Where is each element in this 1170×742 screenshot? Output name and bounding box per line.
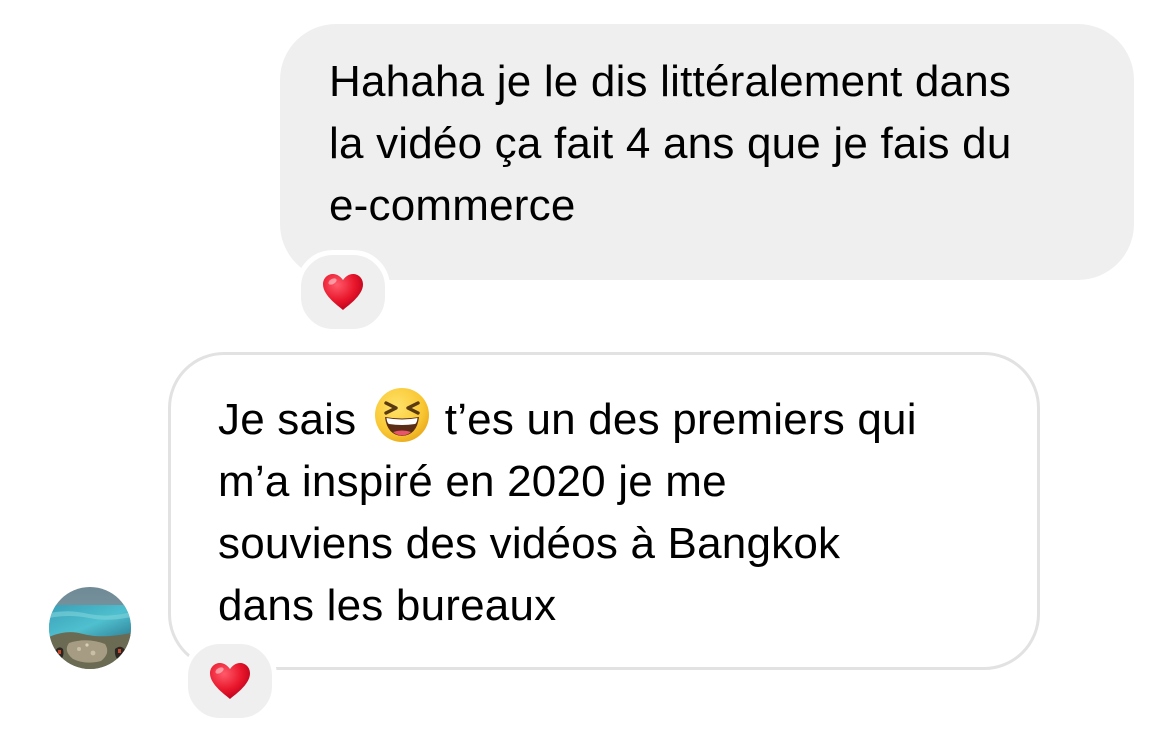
message-text-segment: t’es un des premiers qui bbox=[444, 395, 917, 444]
contact-avatar[interactable] bbox=[49, 587, 131, 669]
message-reaction[interactable] bbox=[296, 250, 390, 334]
message-text-line: souviens des vidéos à Bangkok bbox=[218, 519, 841, 568]
message-text-line: la vidéo ça fait 4 ans que je fais du bbox=[329, 119, 1012, 168]
message-text-line: m’a inspiré en 2020 je me bbox=[218, 457, 727, 506]
message-text-line: Je sais t’es un des premiers qui bbox=[218, 386, 1037, 451]
sent-message-bubble[interactable]: Hahaha je le dis littéralement dans la v… bbox=[280, 24, 1134, 280]
received-message-bubble[interactable]: Je sais t’es un des premiers qui m’a ins… bbox=[168, 352, 1040, 670]
message-reaction[interactable] bbox=[183, 639, 277, 723]
avatar-image bbox=[49, 587, 131, 669]
message-text-segment: Je sais bbox=[218, 395, 357, 444]
red-heart-icon bbox=[323, 274, 363, 310]
red-heart-icon bbox=[210, 663, 250, 699]
message-text-line: Hahaha je le dis littéralement dans bbox=[329, 57, 1012, 106]
message-text-line: dans les bureaux bbox=[218, 581, 557, 630]
message-text-line: e-commerce bbox=[329, 181, 576, 230]
grinning-squinting-face-icon bbox=[374, 388, 429, 442]
